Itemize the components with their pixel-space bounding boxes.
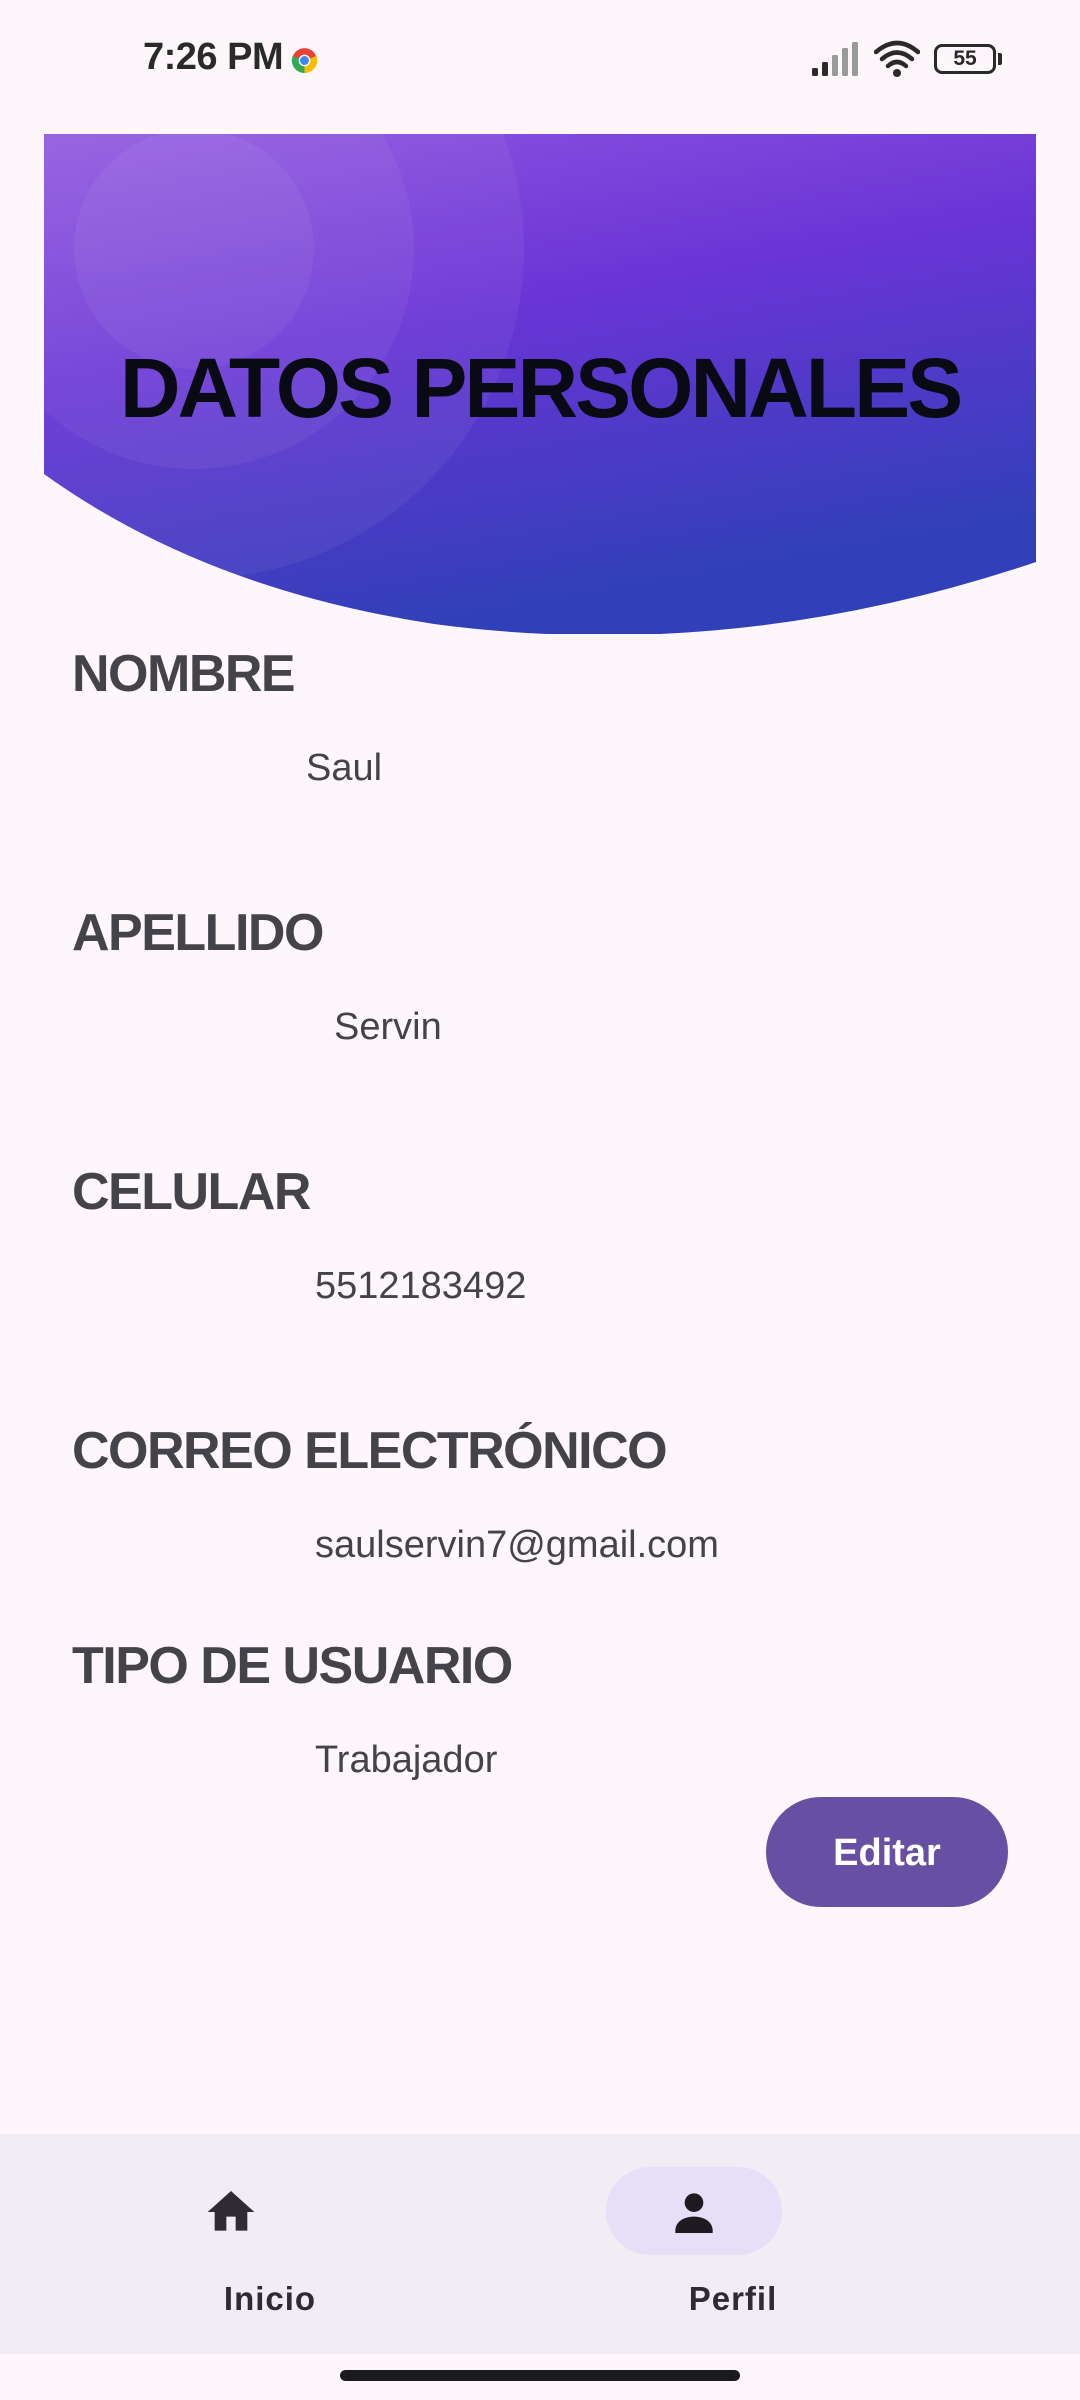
nav-label-inicio: Inicio [223,2280,317,2317]
apellido-value: Servin [334,1006,442,1048]
nombre-label: NOMBRE [72,645,296,703]
gesture-handle[interactable] [340,2370,740,2381]
nombre-value: Saul [306,747,383,789]
celular-label: CELULAR [72,1163,311,1221]
header-banner: DATOS PERSONALES [44,134,1036,634]
person-icon [675,2193,713,2233]
status-time: 7:26 PM [143,36,284,78]
nav-label-perfil: Perfil [688,2280,778,2317]
tipo-usuario-value: Trabajador [315,1739,498,1781]
apellido-label: APELLIDO [72,904,324,962]
celular-value: 5512183492 [315,1265,527,1307]
battery-icon: 55 [934,44,1002,74]
nav-item-inicio[interactable]: Inicio [0,2134,540,2354]
page-title: DATOS PERSONALES [119,341,963,435]
home-icon [207,2191,255,2231]
correo-value: saulservin7@gmail.com [315,1524,719,1566]
nav-item-perfil[interactable]: Perfil [463,2134,1003,2354]
status-bar: 7:26 PM 55 [0,0,1080,120]
tipo-usuario-label: TIPO DE USUARIO [72,1637,513,1695]
battery-level: 55 [953,47,977,70]
profile-screen: 7:26 PM 55 DATOS PERSONALES NOMBRE Saul … [0,0,1080,2400]
wifi-icon [874,40,920,77]
correo-label: CORREO ELECTRÓNICO [72,1422,668,1480]
bottom-navigation: Inicio Perfil [0,2134,1080,2354]
signal-icon [812,42,858,76]
chrome-icon [291,48,318,73]
edit-button[interactable]: Editar [766,1797,1008,1907]
